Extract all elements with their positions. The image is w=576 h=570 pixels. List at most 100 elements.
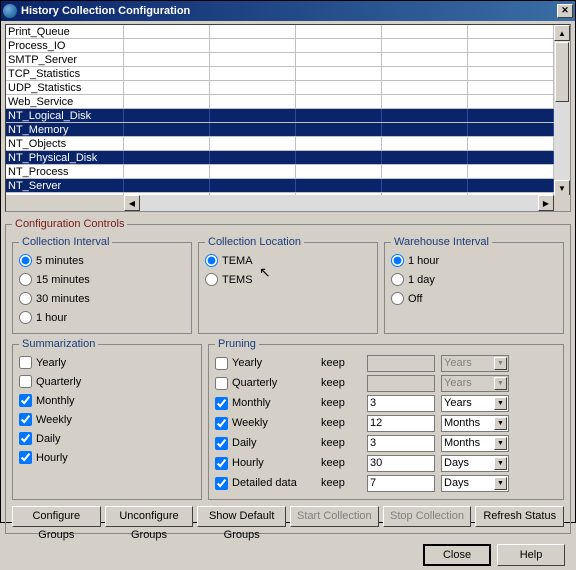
collection-location-option[interactable]: TEMA [205, 251, 371, 270]
pruning-unit-select[interactable]: Months ▼ [441, 435, 509, 452]
chevron-down-icon[interactable]: ▼ [494, 477, 507, 490]
pruning-checkbox[interactable] [215, 477, 228, 490]
warehouse-interval-radio[interactable] [391, 292, 404, 305]
table-row[interactable]: SMTP_Server [6, 53, 554, 67]
table-cell-label: UDP_Statistics [6, 81, 124, 94]
summarization-checkbox[interactable] [19, 375, 32, 388]
warehouse-interval-radio[interactable] [391, 254, 404, 267]
summarization-checkbox[interactable] [19, 432, 32, 445]
warehouse-interval-option[interactable]: Off [391, 289, 557, 308]
table-row[interactable]: UDP_Statistics [6, 81, 554, 95]
table-cell-empty [124, 39, 210, 52]
unconfigure-groups-button[interactable]: Unconfigure Groups [105, 506, 194, 527]
pruning-unit-select[interactable]: Days▼ [441, 455, 509, 472]
stop-collection-button[interactable]: Stop Collection [383, 506, 472, 527]
warehouse-interval-option[interactable]: 1 day [391, 270, 557, 289]
help-button[interactable]: Help [497, 544, 565, 566]
collection-interval-label: 5 minutes [36, 255, 84, 267]
table-row[interactable]: Web_Service [6, 95, 554, 109]
pruning-checkbox[interactable] [215, 377, 228, 390]
chevron-down-icon[interactable]: ▼ [494, 457, 507, 470]
pruning-value-input[interactable] [367, 435, 435, 452]
summarization-item[interactable]: Monthly [19, 391, 195, 410]
table-cell-empty [296, 25, 382, 38]
table-cell-empty [210, 151, 296, 164]
configure-groups-button[interactable]: Configure Groups [12, 506, 101, 527]
pruning-unit-select[interactable]: Months▼ [441, 415, 509, 432]
warehouse-interval-option[interactable]: 1 hour [391, 251, 557, 270]
summarization-item[interactable]: Yearly [19, 353, 195, 372]
pruning-value-input[interactable] [367, 455, 435, 472]
table-cell-empty [210, 123, 296, 136]
collection-location-radio[interactable] [205, 254, 218, 267]
table-cell-empty [468, 109, 554, 122]
table-row[interactable]: NT_Memory [6, 123, 554, 137]
table-cell-empty [124, 109, 210, 122]
pruning-checkbox[interactable] [215, 417, 228, 430]
pruning-checkbox[interactable] [215, 457, 228, 470]
vertical-scrollbar[interactable]: ▲ ▼ [554, 25, 570, 195]
table-row[interactable]: TCP_Statistics [6, 67, 554, 81]
collection-interval-option[interactable]: 1 hour [19, 308, 185, 327]
pruning-value-input[interactable] [367, 395, 435, 412]
collection-interval-radio[interactable] [19, 254, 32, 267]
table-row[interactable]: NT_Physical_Disk [6, 151, 554, 165]
pruning-checkbox[interactable] [215, 437, 228, 450]
summarization-checkbox[interactable] [19, 394, 32, 407]
scroll-left-icon[interactable]: ◀ [124, 195, 140, 211]
collection-location-radio[interactable] [205, 273, 218, 286]
summarization-item[interactable]: Hourly [19, 448, 195, 467]
pruning-value-input [367, 375, 435, 392]
show-default-groups-button[interactable]: Show Default Groups [197, 506, 286, 527]
scroll-down-icon[interactable]: ▼ [554, 180, 570, 196]
summarization-checkbox[interactable] [19, 451, 32, 464]
scroll-thumb[interactable] [555, 42, 569, 102]
pruning-keep-label: keep [321, 437, 361, 449]
summarization-item[interactable]: Weekly [19, 410, 195, 429]
table-row[interactable]: NT_Server [6, 179, 554, 193]
table-row[interactable]: Print_Queue [6, 25, 554, 39]
table-row[interactable]: Process_IO [6, 39, 554, 53]
close-icon[interactable]: ✕ [557, 4, 573, 18]
pruning-unit-select[interactable]: Years▼ [441, 395, 509, 412]
warehouse-interval-label: 1 day [408, 274, 435, 286]
table-cell-empty [124, 123, 210, 136]
pruning-row: YearlykeepYears▼ [215, 353, 557, 373]
collection-interval-radio[interactable] [19, 311, 32, 324]
collection-interval-radio[interactable] [19, 273, 32, 286]
pruning-unit-label: Days [444, 477, 469, 489]
collection-interval-option[interactable]: 15 minutes [19, 270, 185, 289]
pruning-value-input[interactable] [367, 415, 435, 432]
pruning-group: Pruning YearlykeepYears▼QuarterlykeepYea… [208, 338, 564, 500]
close-button[interactable]: Close [423, 544, 491, 566]
scroll-up-icon[interactable]: ▲ [554, 25, 570, 41]
table-cell-label: TCP_Statistics [6, 67, 124, 80]
collection-interval-option[interactable]: 30 minutes [19, 289, 185, 308]
scroll-right-icon[interactable]: ▶ [538, 195, 554, 211]
pruning-unit-label: Months [444, 437, 480, 449]
collection-location-option[interactable]: TEMS [205, 270, 371, 289]
chevron-down-icon[interactable]: ▼ [494, 417, 507, 430]
table-cell-empty [124, 81, 210, 94]
pruning-checkbox[interactable] [215, 357, 228, 370]
pruning-unit-select[interactable]: Days ▼ [441, 475, 509, 492]
summarization-item[interactable]: Daily [19, 429, 195, 448]
summarization-checkbox[interactable] [19, 356, 32, 369]
pruning-checkbox[interactable] [215, 397, 228, 410]
collection-interval-option[interactable]: 5 minutes [19, 251, 185, 270]
table-row[interactable]: NT_Process [6, 165, 554, 179]
pruning-value-input[interactable] [367, 475, 435, 492]
horizontal-scrollbar[interactable]: ◀ ▶ [6, 195, 554, 211]
collection-interval-radio[interactable] [19, 292, 32, 305]
summarization-item[interactable]: Quarterly [19, 372, 195, 391]
warehouse-interval-radio[interactable] [391, 273, 404, 286]
start-collection-button[interactable]: Start Collection [290, 506, 379, 527]
table-cell-empty [382, 95, 468, 108]
table-row[interactable]: NT_Logical_Disk [6, 109, 554, 123]
refresh-status-button[interactable]: Refresh Status [475, 506, 564, 527]
table-row[interactable]: NT_Objects [6, 137, 554, 151]
summarization-checkbox[interactable] [19, 413, 32, 426]
configuration-controls: Configuration Controls Collection Interv… [5, 218, 571, 534]
chevron-down-icon[interactable]: ▼ [494, 437, 507, 450]
chevron-down-icon[interactable]: ▼ [494, 397, 507, 410]
